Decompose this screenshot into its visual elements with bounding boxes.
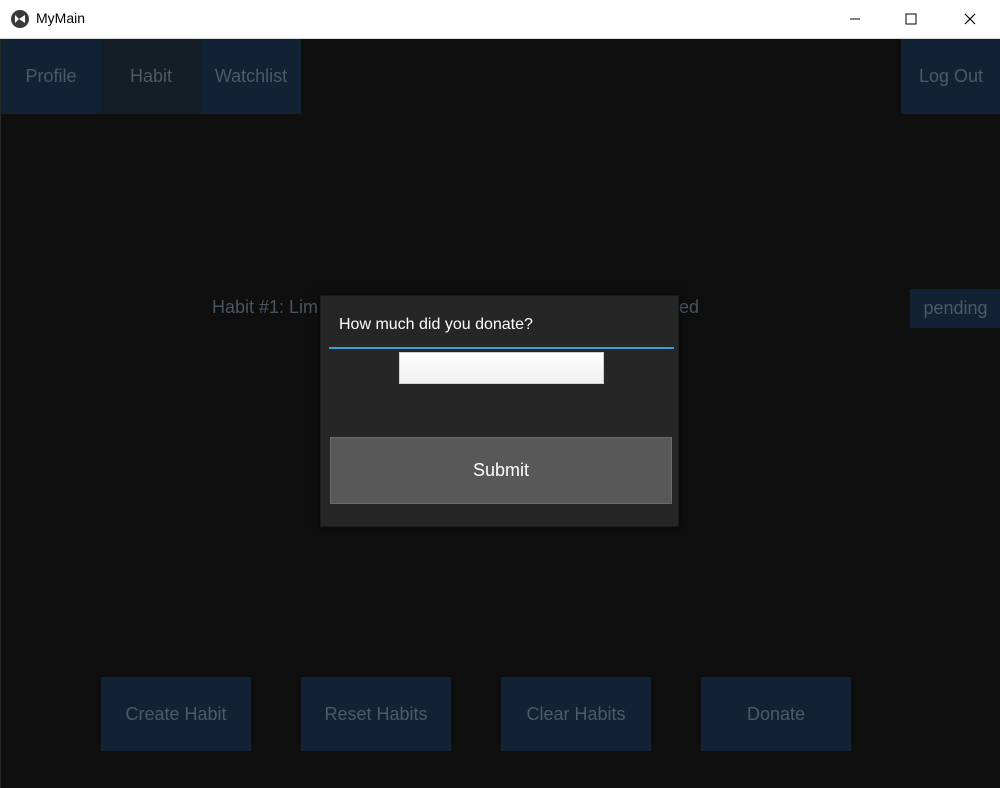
clear-habits-button[interactable]: Clear Habits [501, 677, 651, 751]
donate-button[interactable]: Donate [701, 677, 851, 751]
nav-habit-button[interactable]: Habit [101, 39, 201, 114]
close-icon[interactable] [941, 0, 999, 38]
minimize-icon[interactable] [826, 0, 884, 38]
submit-button[interactable]: Submit [330, 437, 672, 504]
nav-profile-button[interactable]: Profile [1, 39, 101, 114]
window-titlebar: MyMain [0, 0, 1000, 39]
popup-title: How much did you donate? [339, 316, 533, 333]
donate-popup: How much did you donate? Submit [320, 295, 679, 527]
kivy-logo-icon [11, 10, 29, 28]
reset-habits-button[interactable]: Reset Habits [301, 677, 451, 751]
window-title: MyMain [36, 10, 86, 26]
habit-label-left: Habit #1: Lim [212, 297, 319, 317]
popup-separator [329, 347, 674, 349]
logout-button[interactable]: Log Out [901, 39, 1000, 114]
maximize-icon[interactable] [882, 0, 940, 38]
nav-watchlist-button[interactable]: Watchlist [201, 39, 301, 114]
habit-status-button[interactable]: pending [910, 289, 1000, 328]
create-habit-button[interactable]: Create Habit [101, 677, 251, 751]
donation-amount-input[interactable] [399, 352, 604, 384]
habit-label-right: ed [679, 297, 700, 317]
app-content: Profile Habit Watchlist Log Out Habit #1… [0, 39, 1000, 788]
